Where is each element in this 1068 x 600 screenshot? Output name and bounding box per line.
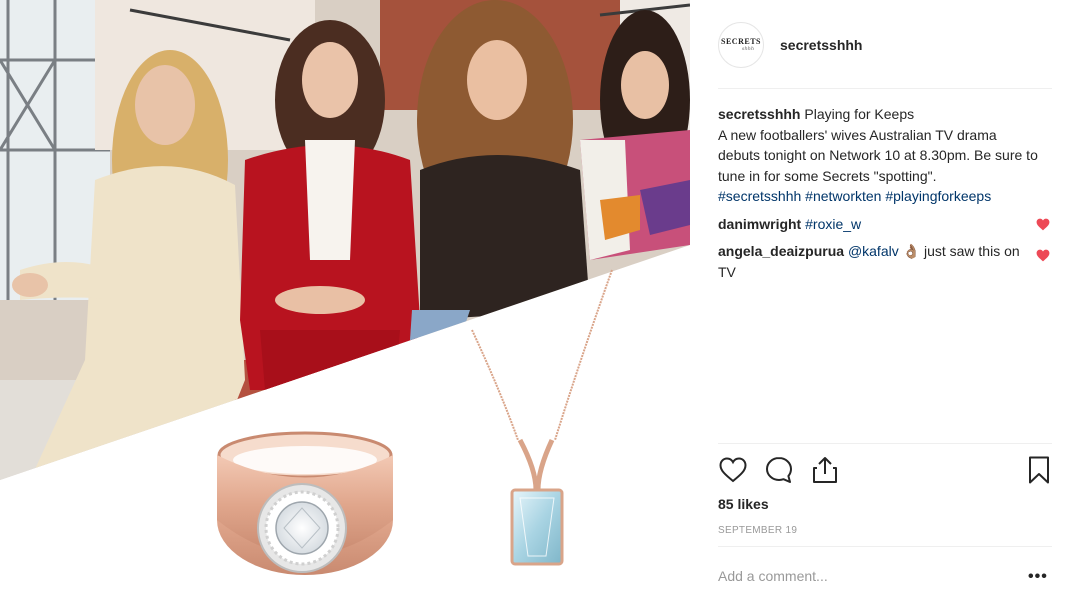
add-comment-input[interactable]: Add a comment... [718,568,828,584]
post-date[interactable]: SEPTEMBER 19 [718,525,797,536]
comment-item: danimwright #roxie_w [718,214,1050,235]
caption-body: A new footballers' wives Australian TV d… [718,126,1038,184]
tv-still [0,0,690,480]
avatar[interactable]: SECRETS shhh [718,22,764,68]
heart-outline-icon[interactable] [718,455,748,485]
header-username[interactable]: secretsshhh [780,37,862,53]
ok-hand-emoji: 👌🏽 [902,243,921,259]
caption: secretsshhh Playing for Keeps A new foot… [718,104,1038,207]
comment-divider [718,546,1052,547]
comment-hashtag[interactable]: #roxie_w [805,216,861,232]
hashtag-playingforkeeps[interactable]: #playingforkeeps [885,188,991,204]
caption-username[interactable]: secretsshhh [718,106,800,122]
post-photo [0,0,690,575]
likes-count[interactable]: 85 likes [718,496,769,512]
post-sidebar: SECRETS shhh secretsshhh secretsshhh Pla… [706,0,1052,600]
share-icon[interactable] [810,455,840,485]
post-image[interactable] [0,0,690,600]
post-header: SECRETS shhh secretsshhh [718,22,862,68]
caption-title: Playing for Keeps [804,106,915,122]
comment-username[interactable]: angela_deaizpurua [718,243,844,259]
comment-username[interactable]: danimwright [718,216,801,232]
instagram-post: SECRETS shhh secretsshhh secretsshhh Pla… [0,0,1068,600]
hashtag-networkten[interactable]: #networkten [805,188,881,204]
heart-filled-icon[interactable] [1036,249,1050,262]
aquamarine-pendant [471,269,613,566]
comment-mention[interactable]: @kafalv [848,243,899,259]
bookmark-icon[interactable] [1024,455,1054,485]
avatar-logo-text: SECRETS [721,37,761,46]
comments-list: secretsshhh Playing for Keeps A new foot… [718,104,1050,282]
speech-bubble-icon[interactable] [764,455,794,485]
hashtag-secretsshhh[interactable]: #secretsshhh [718,188,801,204]
comment-item: angela_deaizpurua @kafalv 👌🏽 just saw th… [718,241,1050,282]
heart-filled-icon[interactable] [1036,218,1050,231]
header-divider [718,88,1052,89]
action-bar [718,455,1052,489]
avatar-logo-subtext: shhh [741,46,755,52]
rose-gold-ring [217,431,393,575]
actions-divider [718,443,1052,444]
more-options-button[interactable]: ••• [1028,568,1048,586]
